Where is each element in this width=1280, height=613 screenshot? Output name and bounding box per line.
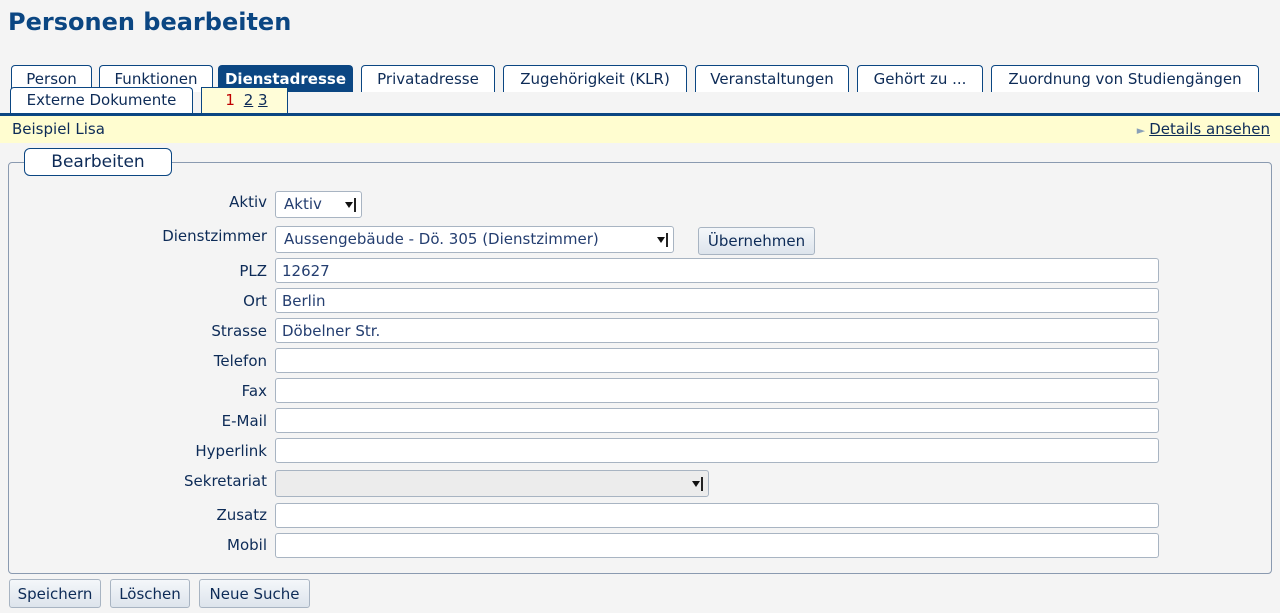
dienstzimmer-select-value: Aussengebäude - Dö. 305 (Dienstzimmer) <box>284 230 599 248</box>
fax-label: Fax <box>241 382 267 400</box>
fieldset-legend: Bearbeiten <box>24 148 172 176</box>
tab-pagination: 1 2 3 <box>201 87 288 113</box>
tab-veranstaltungen[interactable]: Veranstaltungen <box>695 65 849 92</box>
chevron-down-icon <box>657 233 668 247</box>
aktiv-label: Aktiv <box>229 193 267 211</box>
plz-label: PLZ <box>239 262 267 280</box>
tab-externe-dokumente[interactable]: Externe Dokumente <box>10 87 193 113</box>
page-current: 1 <box>225 91 235 109</box>
chevron-down-icon <box>692 477 703 491</box>
details-link-wrap: ► Details ansehen <box>1137 116 1270 144</box>
mobil-input[interactable] <box>275 533 1159 558</box>
email-label: E-Mail <box>221 412 267 430</box>
sekretariat-label: Sekretariat <box>184 472 267 490</box>
zusatz-input[interactable] <box>275 503 1159 528</box>
tab-zuordnung-studiengaenge[interactable]: Zuordnung von Studiengängen <box>991 65 1259 92</box>
delete-button[interactable]: Löschen <box>110 579 190 608</box>
email-input[interactable] <box>275 408 1159 433</box>
strasse-input[interactable] <box>275 318 1159 343</box>
chevron-down-icon <box>345 198 356 212</box>
zusatz-label: Zusatz <box>216 506 267 524</box>
telefon-label: Telefon <box>213 352 267 370</box>
record-header: Beispiel Lisa ► Details ansehen <box>0 116 1280 143</box>
dienstzimmer-label: Dienstzimmer <box>162 227 267 245</box>
tab-gehoert-zu[interactable]: Gehört zu ... <box>857 65 983 92</box>
arrow-right-icon: ► <box>1136 124 1146 137</box>
page-title: Personen bearbeiten <box>8 8 292 36</box>
telefon-input[interactable] <box>275 348 1159 373</box>
tab-zugehoerigkeit[interactable]: Zugehörigkeit (KLR) <box>503 65 687 92</box>
mobil-label: Mobil <box>227 536 267 554</box>
hyperlink-label: Hyperlink <box>195 442 267 460</box>
aktiv-select[interactable]: Aktiv <box>275 191 362 218</box>
save-button[interactable]: Speichern <box>9 579 101 608</box>
ort-label: Ort <box>243 292 267 310</box>
strasse-label: Strasse <box>211 322 267 340</box>
person-name: Beispiel Lisa <box>12 120 105 138</box>
ort-input[interactable] <box>275 288 1159 313</box>
plz-input[interactable] <box>275 258 1159 283</box>
sekretariat-select[interactable] <box>275 470 709 497</box>
aktiv-select-value: Aktiv <box>284 195 322 213</box>
page-link-2[interactable]: 2 <box>244 91 254 109</box>
page-link-3[interactable]: 3 <box>258 91 268 109</box>
tab-privatadresse[interactable]: Privatadresse <box>361 65 495 92</box>
details-link[interactable]: Details ansehen <box>1149 120 1270 138</box>
dienstzimmer-select[interactable]: Aussengebäude - Dö. 305 (Dienstzimmer) <box>275 226 674 253</box>
fax-input[interactable] <box>275 378 1159 403</box>
hyperlink-input[interactable] <box>275 438 1159 463</box>
uebernehmen-button[interactable]: Übernehmen <box>698 227 815 255</box>
new-search-button[interactable]: Neue Suche <box>199 579 310 608</box>
